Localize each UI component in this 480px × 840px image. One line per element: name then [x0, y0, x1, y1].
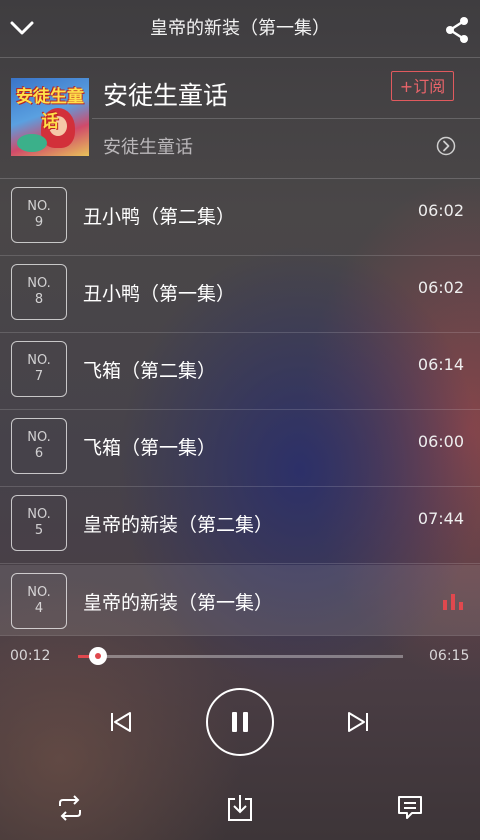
track-duration: 06:02 — [417, 278, 464, 297]
page-title: 皇帝的新装（第一集） — [150, 18, 330, 39]
track-title: 飞箱（第一集） — [83, 437, 217, 459]
track-number-badge: NO. 6 — [11, 418, 67, 474]
progress-bar[interactable] — [78, 647, 403, 665]
track-title: 丑小鸭（第二集） — [83, 206, 236, 228]
comment-icon[interactable] — [396, 794, 424, 822]
track-duration: 07:44 — [417, 509, 464, 528]
divider — [0, 635, 480, 636]
track-number-badge: NO. 8 — [11, 264, 67, 320]
track-duration: 06:00 — [417, 432, 464, 451]
track-number-badge: NO. 9 — [11, 187, 67, 243]
album-title: 安徒生童话 — [103, 81, 229, 110]
album-header: 安徒生童话 安徒生童话 +订阅 安徒生童话 — [0, 58, 480, 178]
track-item[interactable]: NO. 5 皇帝的新装（第二集） 07:44 — [0, 487, 480, 564]
previous-track-icon[interactable] — [110, 711, 132, 733]
download-icon[interactable] — [226, 793, 254, 823]
track-duration: 06:02 — [417, 201, 464, 220]
subscribe-button[interactable]: +订阅 — [391, 71, 454, 101]
track-item[interactable]: NO. 9 丑小鸭（第二集） 06:02 — [0, 179, 480, 256]
album-cover[interactable]: 安徒生童话 — [11, 78, 89, 156]
progress-knob[interactable] — [88, 647, 107, 665]
track-title: 皇帝的新装（第一集） — [83, 592, 274, 614]
share-icon[interactable] — [444, 16, 470, 44]
track-title: 皇帝的新装（第二集） — [83, 514, 274, 536]
chevron-right-circle-icon[interactable] — [436, 136, 456, 156]
cover-title: 安徒生童话 — [16, 87, 84, 132]
track-item[interactable]: NO. 6 飞箱（第一集） 06:00 — [0, 410, 480, 487]
divider — [0, 563, 480, 564]
total-time: 06:15 — [429, 648, 470, 664]
track-title: 丑小鸭（第一集） — [83, 283, 236, 305]
equalizer-icon — [443, 594, 463, 610]
track-number-badge: NO. 4 — [11, 573, 67, 629]
track-title: 飞箱（第二集） — [83, 360, 217, 382]
track-item[interactable]: NO. 7 飞箱（第二集） 06:14 — [0, 333, 480, 410]
track-number-badge: NO. 7 — [11, 341, 67, 397]
track-item[interactable]: NO. 8 丑小鸭（第一集） 06:02 — [0, 256, 480, 333]
track-item-playing[interactable]: NO. 4 皇帝的新装（第一集） — [0, 565, 480, 635]
album-subtitle[interactable]: 安徒生童话 — [103, 133, 193, 159]
pause-icon — [232, 712, 248, 732]
divider — [92, 118, 480, 119]
track-number-badge: NO. 5 — [11, 495, 67, 551]
pause-button[interactable] — [206, 688, 274, 756]
repeat-icon[interactable] — [56, 794, 84, 822]
track-duration: 06:14 — [417, 355, 464, 374]
cover-art-tail — [17, 134, 47, 152]
elapsed-time: 00:12 — [10, 648, 51, 664]
next-track-icon[interactable] — [347, 711, 369, 733]
top-bar: 皇帝的新装（第一集） — [0, 0, 480, 58]
